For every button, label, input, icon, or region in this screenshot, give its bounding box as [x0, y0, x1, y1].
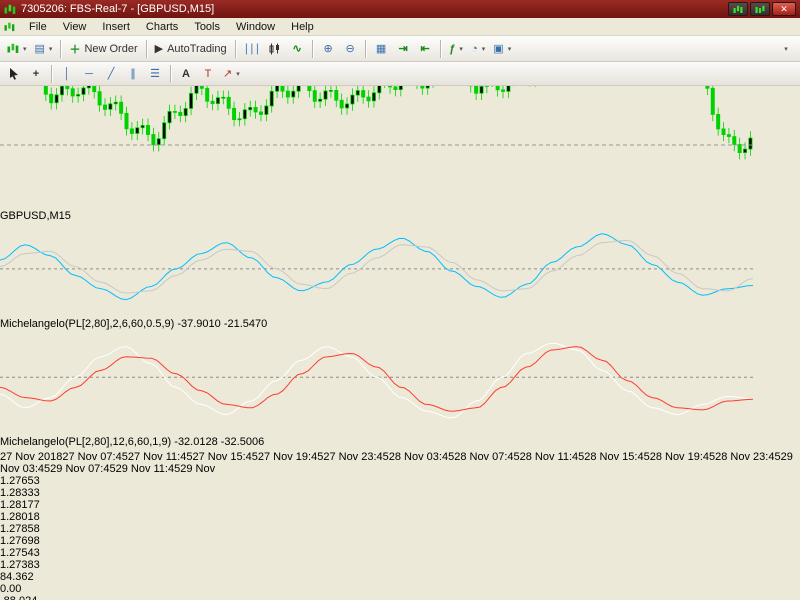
fibonacci-icon[interactable]: ☰	[144, 63, 166, 85]
horizontal-line-icon[interactable]: ─	[78, 63, 100, 85]
label-tool-icon[interactable]: T	[197, 63, 219, 85]
chart-icon	[4, 22, 15, 32]
new-order-button[interactable]: ＋New Order	[65, 38, 141, 60]
metatrader-window: 7305206: FBS-Real-7 - [GBPUSD,M15] ✕ Fil…	[0, 0, 800, 600]
indicator1-axis-label: 0.00	[0, 583, 800, 595]
app-icon	[4, 4, 16, 15]
menu-view[interactable]: View	[55, 21, 95, 33]
time-label: 29 Nov 11:45	[116, 463, 181, 475]
indicator2-chart[interactable]	[0, 335, 753, 433]
chart-shift-icon[interactable]: ⇤	[414, 38, 436, 60]
indicator2-label: Michelangelo(PL[2,80],12,6,60,1,9) -32.0…	[0, 436, 264, 448]
menu-charts[interactable]: Charts	[138, 21, 186, 33]
indicator1-label: Michelangelo(PL[2,80],2,6,60,0.5,9) -37.…	[0, 318, 267, 330]
autotrading-label: AutoTrading	[167, 43, 227, 55]
restore-button[interactable]	[750, 2, 770, 16]
templates-icon[interactable]: ▣▾	[489, 38, 515, 60]
time-label: 27 Nov 23:45	[323, 451, 388, 463]
toolbar-separator	[235, 40, 236, 58]
new-chart-icon[interactable]: ▾	[3, 38, 31, 60]
toolbar-separator	[440, 40, 441, 58]
time-label: 29 Nov 07:45	[50, 463, 115, 475]
time-label: 28 Nov 15:45	[584, 451, 649, 463]
price-label: 1.28018	[0, 511, 800, 523]
menu-bar: FileViewInsertChartsToolsWindowHelp	[0, 18, 800, 36]
auto-scroll-icon[interactable]: ⇥	[392, 38, 414, 60]
autotrading-button[interactable]: ▶ AutoTrading	[151, 38, 231, 60]
chart-symbol-label: GBPUSD,M15	[0, 210, 71, 222]
minimize-button[interactable]	[728, 2, 748, 16]
price-axis[interactable]: 1.27653 1.283331.281771.280181.278581.27…	[0, 475, 800, 600]
indicators-icon[interactable]: ƒ▾	[445, 38, 467, 60]
menu-items: FileViewInsertChartsToolsWindowHelp	[21, 18, 322, 36]
line-chart-icon[interactable]: ∿	[286, 38, 308, 60]
time-label: 28 Nov 11:45	[520, 451, 585, 463]
indicator1-axis-label: -88.024	[0, 595, 800, 600]
window-controls: ✕	[728, 2, 796, 16]
trendline-icon[interactable]: ╱	[100, 63, 122, 85]
channel-icon[interactable]: ∥	[122, 63, 144, 85]
time-label: 28 Nov 19:45	[650, 451, 715, 463]
zoom-in-icon[interactable]: ⊕	[317, 38, 339, 60]
standard-toolbar: ▾ ▤▾ ＋New Order ▶ AutoTrading ∣∣∣ ∿ ⊕ ⊖ ▦…	[0, 36, 800, 62]
time-label: 27 Nov 07:45	[62, 451, 127, 463]
time-label: 29 Nov	[180, 463, 215, 475]
price-label: 1.28333	[0, 487, 800, 499]
toolbar-separator	[51, 65, 52, 83]
crosshair-icon[interactable]: +	[25, 63, 47, 85]
price-label: 1.27543	[0, 547, 800, 559]
time-label: 27 Nov 19:45	[258, 451, 323, 463]
profiles-icon[interactable]: ▤▾	[31, 38, 57, 60]
menu-window[interactable]: Window	[228, 21, 283, 33]
title-bar: 7305206: FBS-Real-7 - [GBPUSD,M15] ✕	[0, 0, 800, 18]
toolbar-separator	[170, 65, 171, 83]
toolbar-separator	[146, 40, 147, 58]
arrows-tool-icon[interactable]: ↗▾	[219, 63, 244, 85]
new-order-label: New Order	[84, 43, 137, 55]
price-label: 1.28177	[0, 499, 800, 511]
indicator1-axis-label: 84.362	[0, 571, 800, 583]
periods-icon[interactable]: ◔▾	[467, 38, 489, 60]
toolbar-separator	[312, 40, 313, 58]
window-title: 7305206: FBS-Real-7 - [GBPUSD,M15]	[21, 3, 728, 15]
time-label: 27 Nov 2018	[0, 451, 62, 463]
tile-windows-icon[interactable]: ▦	[370, 38, 392, 60]
time-label: 28 Nov 07:45	[454, 451, 519, 463]
time-axis[interactable]: 27 Nov 201827 Nov 07:4527 Nov 11:4527 No…	[0, 451, 800, 475]
zoom-out-icon[interactable]: ⊖	[339, 38, 361, 60]
search-icon[interactable]	[753, 38, 775, 60]
price-label: 1.27383	[0, 559, 800, 571]
bar-chart-icon[interactable]: ∣∣∣	[240, 38, 265, 60]
menu-help[interactable]: Help	[283, 21, 322, 33]
time-label: 27 Nov 11:45	[128, 451, 193, 463]
text-tool-icon[interactable]: A	[175, 63, 197, 85]
cursor-icon[interactable]	[3, 63, 25, 85]
chart-area[interactable]: GBPUSD,M15 Michelangelo(PL[2,80],2,6,60,…	[0, 0, 800, 600]
time-label: 28 Nov 03:45	[389, 451, 454, 463]
toolbar-separator	[365, 40, 366, 58]
toolbar-separator	[60, 40, 61, 58]
menu-insert[interactable]: Insert	[94, 21, 138, 33]
close-button[interactable]: ✕	[772, 2, 796, 16]
candlestick-chart-icon[interactable]	[264, 38, 286, 60]
vertical-line-icon[interactable]: │	[56, 63, 78, 85]
current-price-box: 1.27653	[0, 475, 800, 487]
autotrading-icon: ▶	[155, 42, 163, 55]
indicator1-chart[interactable]	[0, 225, 753, 315]
price-label: 1.27858	[0, 523, 800, 535]
price-label: 1.27698	[0, 535, 800, 547]
time-label: 27 Nov 15:45	[192, 451, 257, 463]
menu-file[interactable]: File	[21, 21, 55, 33]
line-studies-toolbar: + │ ─ ╱ ∥ ☰ A T ↗▾	[0, 62, 800, 86]
menu-tools[interactable]: Tools	[186, 21, 228, 33]
time-label: 28 Nov 23:45	[715, 451, 780, 463]
toolbar-more-icon[interactable]: ▾	[775, 38, 797, 60]
